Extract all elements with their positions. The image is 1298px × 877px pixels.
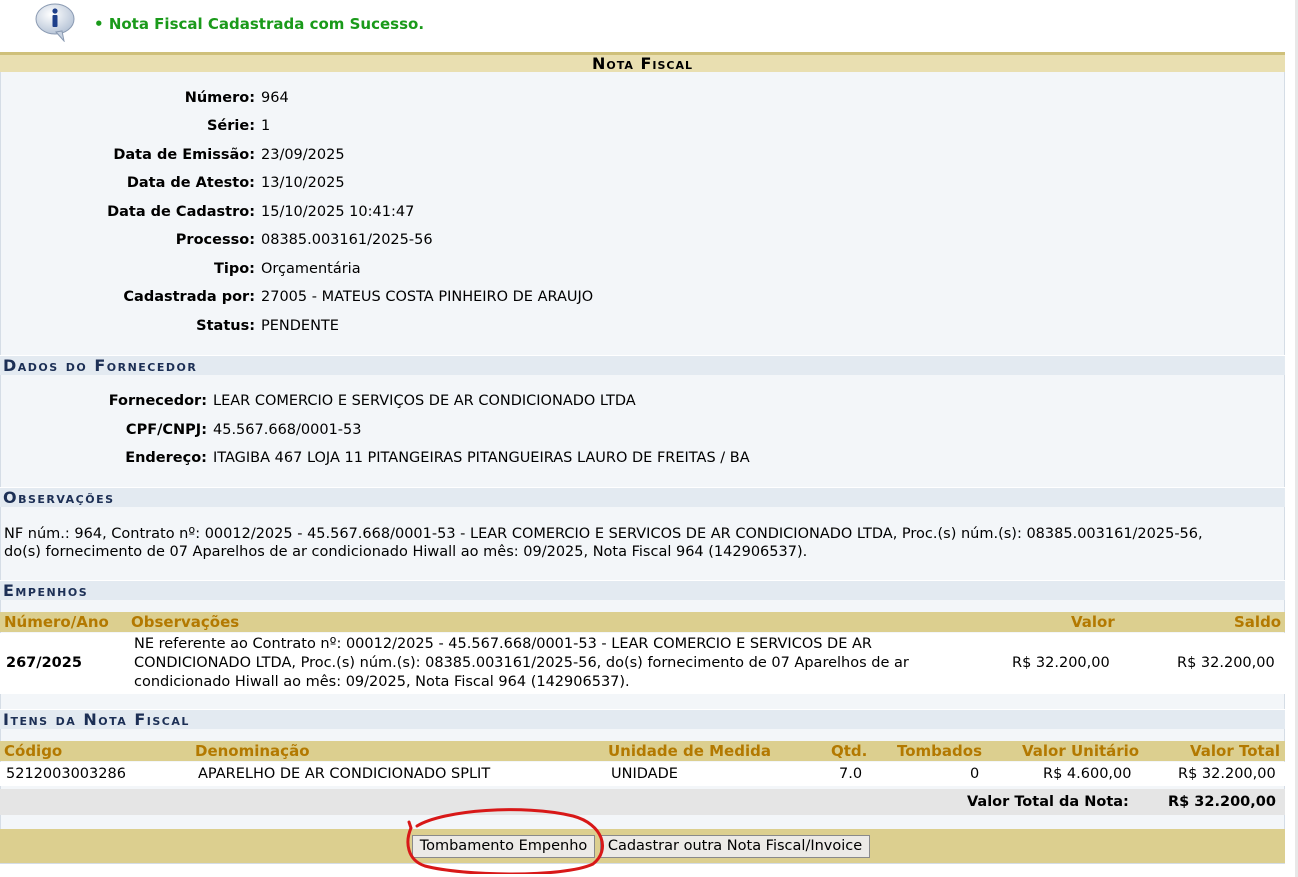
tipo-label: Tipo: <box>213 261 255 277</box>
cadastro-label: Data de Cadastro: <box>107 204 255 220</box>
empenho-saldo: R$ 32.200,00 <box>1177 655 1275 671</box>
cnpj-row: CPF/CNPJ: 45.567.668/0001-53 <box>0 418 1285 442</box>
header-qtd: Qtd. <box>831 742 868 760</box>
endereco-label: Endereço: <box>125 450 207 466</box>
endereco-value: ITAGIBA 467 LOJA 11 PITANGEIRAS PITANGUE… <box>213 450 750 466</box>
nota-fiscal-caption: Nota Fiscal <box>0 52 1285 72</box>
total-value: R$ 32.200,00 <box>1168 794 1276 810</box>
endereco-row: Endereço: ITAGIBA 467 LOJA 11 PITANGEIRA… <box>0 446 1285 470</box>
emissao-value: 23/09/2025 <box>261 147 345 163</box>
cadastrada-por-value: 27005 - MATEUS COSTA PINHEIRO DE ARAUJO <box>261 289 594 305</box>
cnpj-label: CPF/CNPJ: <box>125 422 207 438</box>
info-icon <box>35 3 75 42</box>
empenhos-section-title: Empenhos <box>0 580 1285 600</box>
item-unidade: UNIDADE <box>611 766 678 782</box>
tipo-value: Orçamentária <box>261 261 361 277</box>
numero-label: Número: <box>184 90 255 106</box>
processo-value: 08385.003161/2025-56 <box>261 232 433 248</box>
empenhos-table-header: Número/Ano Observações Valor Saldo <box>0 612 1285 632</box>
emissao-label: Data de Emissão: <box>113 147 255 163</box>
empenho-valor: R$ 32.200,00 <box>1012 655 1110 671</box>
success-message-text: Nota Fiscal Cadastrada com Sucesso. <box>94 15 424 33</box>
total-row: Valor Total da Nota: R$ 32.200,00 <box>0 789 1285 815</box>
nota-status-row: Status: PENDENTE <box>0 314 1285 338</box>
header-valor: Valor <box>1071 613 1115 631</box>
item-qtd: 7.0 <box>839 766 863 782</box>
empenho-obs-line-1: NE referente ao Contrato nº: 00012/2025 … <box>134 636 872 652</box>
item-codigo: 5212003003286 <box>6 766 126 782</box>
empenho-numero: 267/2025 <box>6 655 82 671</box>
itens-section-title: Itens da Nota Fiscal <box>0 709 1285 729</box>
cadastrada-por-label: Cadastrada por: <box>123 289 255 305</box>
fornecedor-section-title: Dados do Fornecedor <box>0 355 1285 375</box>
success-message: Nota Fiscal Cadastrada com Sucesso. <box>0 0 1285 50</box>
fornecedor-label: Fornecedor: <box>108 393 207 409</box>
nota-cadastro-row: Data de Cadastro: 15/10/2025 10:41:47 <box>0 200 1285 224</box>
numero-value: 964 <box>261 90 289 106</box>
atesto-label: Data de Atesto: <box>126 175 255 191</box>
header-valor-unitario: Valor Unitário <box>1022 742 1140 760</box>
nota-processo-row: Processo: 08385.003161/2025-56 <box>0 228 1285 252</box>
cnpj-value: 45.567.668/0001-53 <box>213 422 362 438</box>
total-label: Valor Total da Nota: <box>967 794 1129 810</box>
item-row: 5212003003286 APARELHO DE AR CONDICIONAD… <box>0 762 1285 786</box>
header-numero-ano: Número/Ano <box>4 613 109 631</box>
nota-cadastrada-por-row: Cadastrada por: 27005 - MATEUS COSTA PIN… <box>0 285 1285 309</box>
empenho-obs-line-2: CONDICIONADO LTDA, Proc.(s) núm.(s): 083… <box>134 655 909 671</box>
fornecedor-value: LEAR COMERCIO E SERVIÇOS DE AR CONDICION… <box>213 393 636 409</box>
atesto-value: 13/10/2025 <box>261 175 345 191</box>
serie-value: 1 <box>261 118 271 134</box>
tombamento-empenho-button[interactable]: Tombamento Empenho <box>412 835 595 858</box>
header-denominacao: Denominação <box>195 742 310 760</box>
item-valor-total: R$ 32.200,00 <box>1178 766 1276 782</box>
nota-numero-row: Número: 964 <box>0 86 1285 110</box>
header-observacoes: Observações <box>131 613 240 631</box>
cadastrar-outra-nota-button[interactable]: Cadastrar outra Nota Fiscal/Invoice <box>600 835 870 858</box>
header-valor-total: Valor Total <box>1190 742 1280 760</box>
nota-tipo-row: Tipo: Orçamentária <box>0 257 1285 281</box>
item-valor-unitario: R$ 4.600,00 <box>1043 766 1132 782</box>
observacoes-line-2: do(s) fornecimento de 07 Aparelhos de ar… <box>4 544 808 560</box>
cadastro-value: 15/10/2025 10:41:47 <box>261 204 415 220</box>
item-tombados: 0 <box>970 766 980 782</box>
header-saldo: Saldo <box>1234 613 1282 631</box>
serie-label: Série: <box>206 118 255 134</box>
nota-atesto-row: Data de Atesto: 13/10/2025 <box>0 171 1285 195</box>
header-codigo: Código <box>4 742 63 760</box>
itens-table-header: Código Denominação Unidade de Medida Qtd… <box>0 741 1285 761</box>
observacoes-section-title: Observações <box>0 487 1285 507</box>
processo-label: Processo: <box>175 232 255 248</box>
empenho-row: 267/2025 NE referente ao Contrato nº: 00… <box>0 633 1285 694</box>
header-tombados: Tombados <box>897 742 983 760</box>
empenho-obs-line-3: condicionado Hiwall ao mês: 09/2025, Not… <box>134 674 630 690</box>
status-value: PENDENTE <box>261 318 339 334</box>
item-denominacao: APARELHO DE AR CONDICIONADO SPLIT <box>198 766 491 782</box>
nota-serie-row: Série: 1 <box>0 114 1285 138</box>
status-label: Status: <box>196 318 255 334</box>
header-unidade-medida: Unidade de Medida <box>608 742 771 760</box>
fornecedor-row: Fornecedor: LEAR COMERCIO E SERVIÇOS DE … <box>0 389 1285 413</box>
nota-emissao-row: Data de Emissão: 23/09/2025 <box>0 143 1285 167</box>
